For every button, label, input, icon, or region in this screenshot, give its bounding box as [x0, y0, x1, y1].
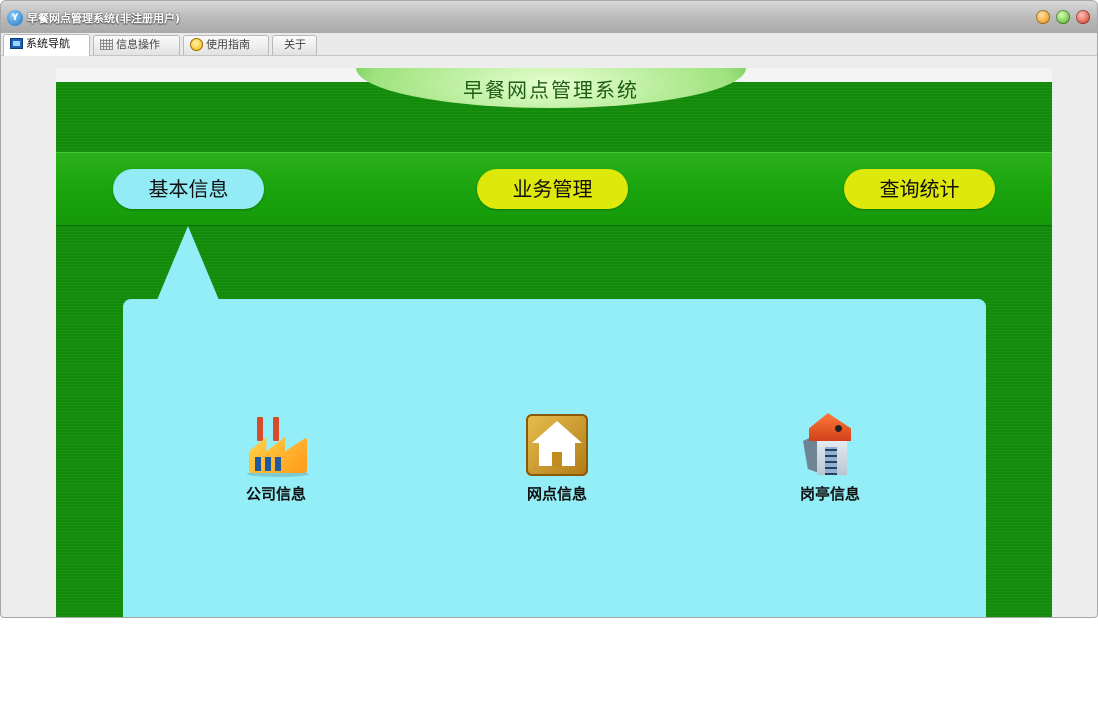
- close-button[interactable]: [1076, 10, 1090, 24]
- monitor-icon: [10, 38, 23, 49]
- guide-icon: [190, 38, 203, 51]
- company-info-item[interactable]: 公司信息: [196, 411, 356, 511]
- item-label: 网点信息: [526, 485, 587, 503]
- tab-strip: 系统导航 信息操作 使用指南 关于: [1, 33, 1097, 56]
- minimize-button[interactable]: [1036, 10, 1050, 24]
- tab-label: 使用指南: [206, 38, 250, 51]
- panel-title: 早餐网点管理系统: [463, 78, 639, 102]
- outlet-info-item[interactable]: 网点信息: [477, 411, 637, 511]
- house-icon: [522, 411, 592, 481]
- app-icon: Y: [7, 10, 23, 26]
- tab-label: 关于: [284, 38, 306, 51]
- factory-icon: [241, 411, 311, 481]
- tab-info-ops[interactable]: 信息操作: [93, 35, 180, 55]
- tab-about[interactable]: 关于: [272, 35, 317, 55]
- item-label: 公司信息: [245, 485, 306, 503]
- kiosk-info-item[interactable]: 岗亭信息: [750, 411, 910, 511]
- window-title: 早餐网点管理系统(非注册用户): [27, 12, 181, 25]
- menu-query-stats-button[interactable]: 查询统计: [844, 169, 995, 209]
- title-bar[interactable]: Y 早餐网点管理系统(非注册用户): [1, 1, 1097, 33]
- app-window: Y 早餐网点管理系统(非注册用户) 系统导航 信息操作 使用指南 关于 早餐网点…: [0, 0, 1098, 618]
- bubble-pointer: [157, 226, 219, 300]
- menu-business-button[interactable]: 业务管理: [477, 169, 628, 209]
- menu-bar: 基本信息 业务管理 查询统计: [56, 152, 1052, 226]
- item-label: 岗亭信息: [799, 485, 860, 503]
- tab-user-guide[interactable]: 使用指南: [183, 35, 269, 55]
- menu-basic-info-button[interactable]: 基本信息: [113, 169, 264, 209]
- tab-label: 系统导航: [26, 37, 70, 50]
- content-card: 公司信息 网点信息 岗亭信息: [123, 299, 986, 617]
- maximize-button[interactable]: [1056, 10, 1070, 24]
- tab-system-nav[interactable]: 系统导航: [3, 34, 90, 56]
- kiosk-icon: [795, 411, 865, 481]
- grid-icon: [100, 39, 113, 50]
- navigation-panel: 早餐网点管理系统 基本信息 业务管理 查询统计 公司信息 网点信息 岗亭信息: [56, 68, 1052, 617]
- tab-label: 信息操作: [116, 38, 160, 51]
